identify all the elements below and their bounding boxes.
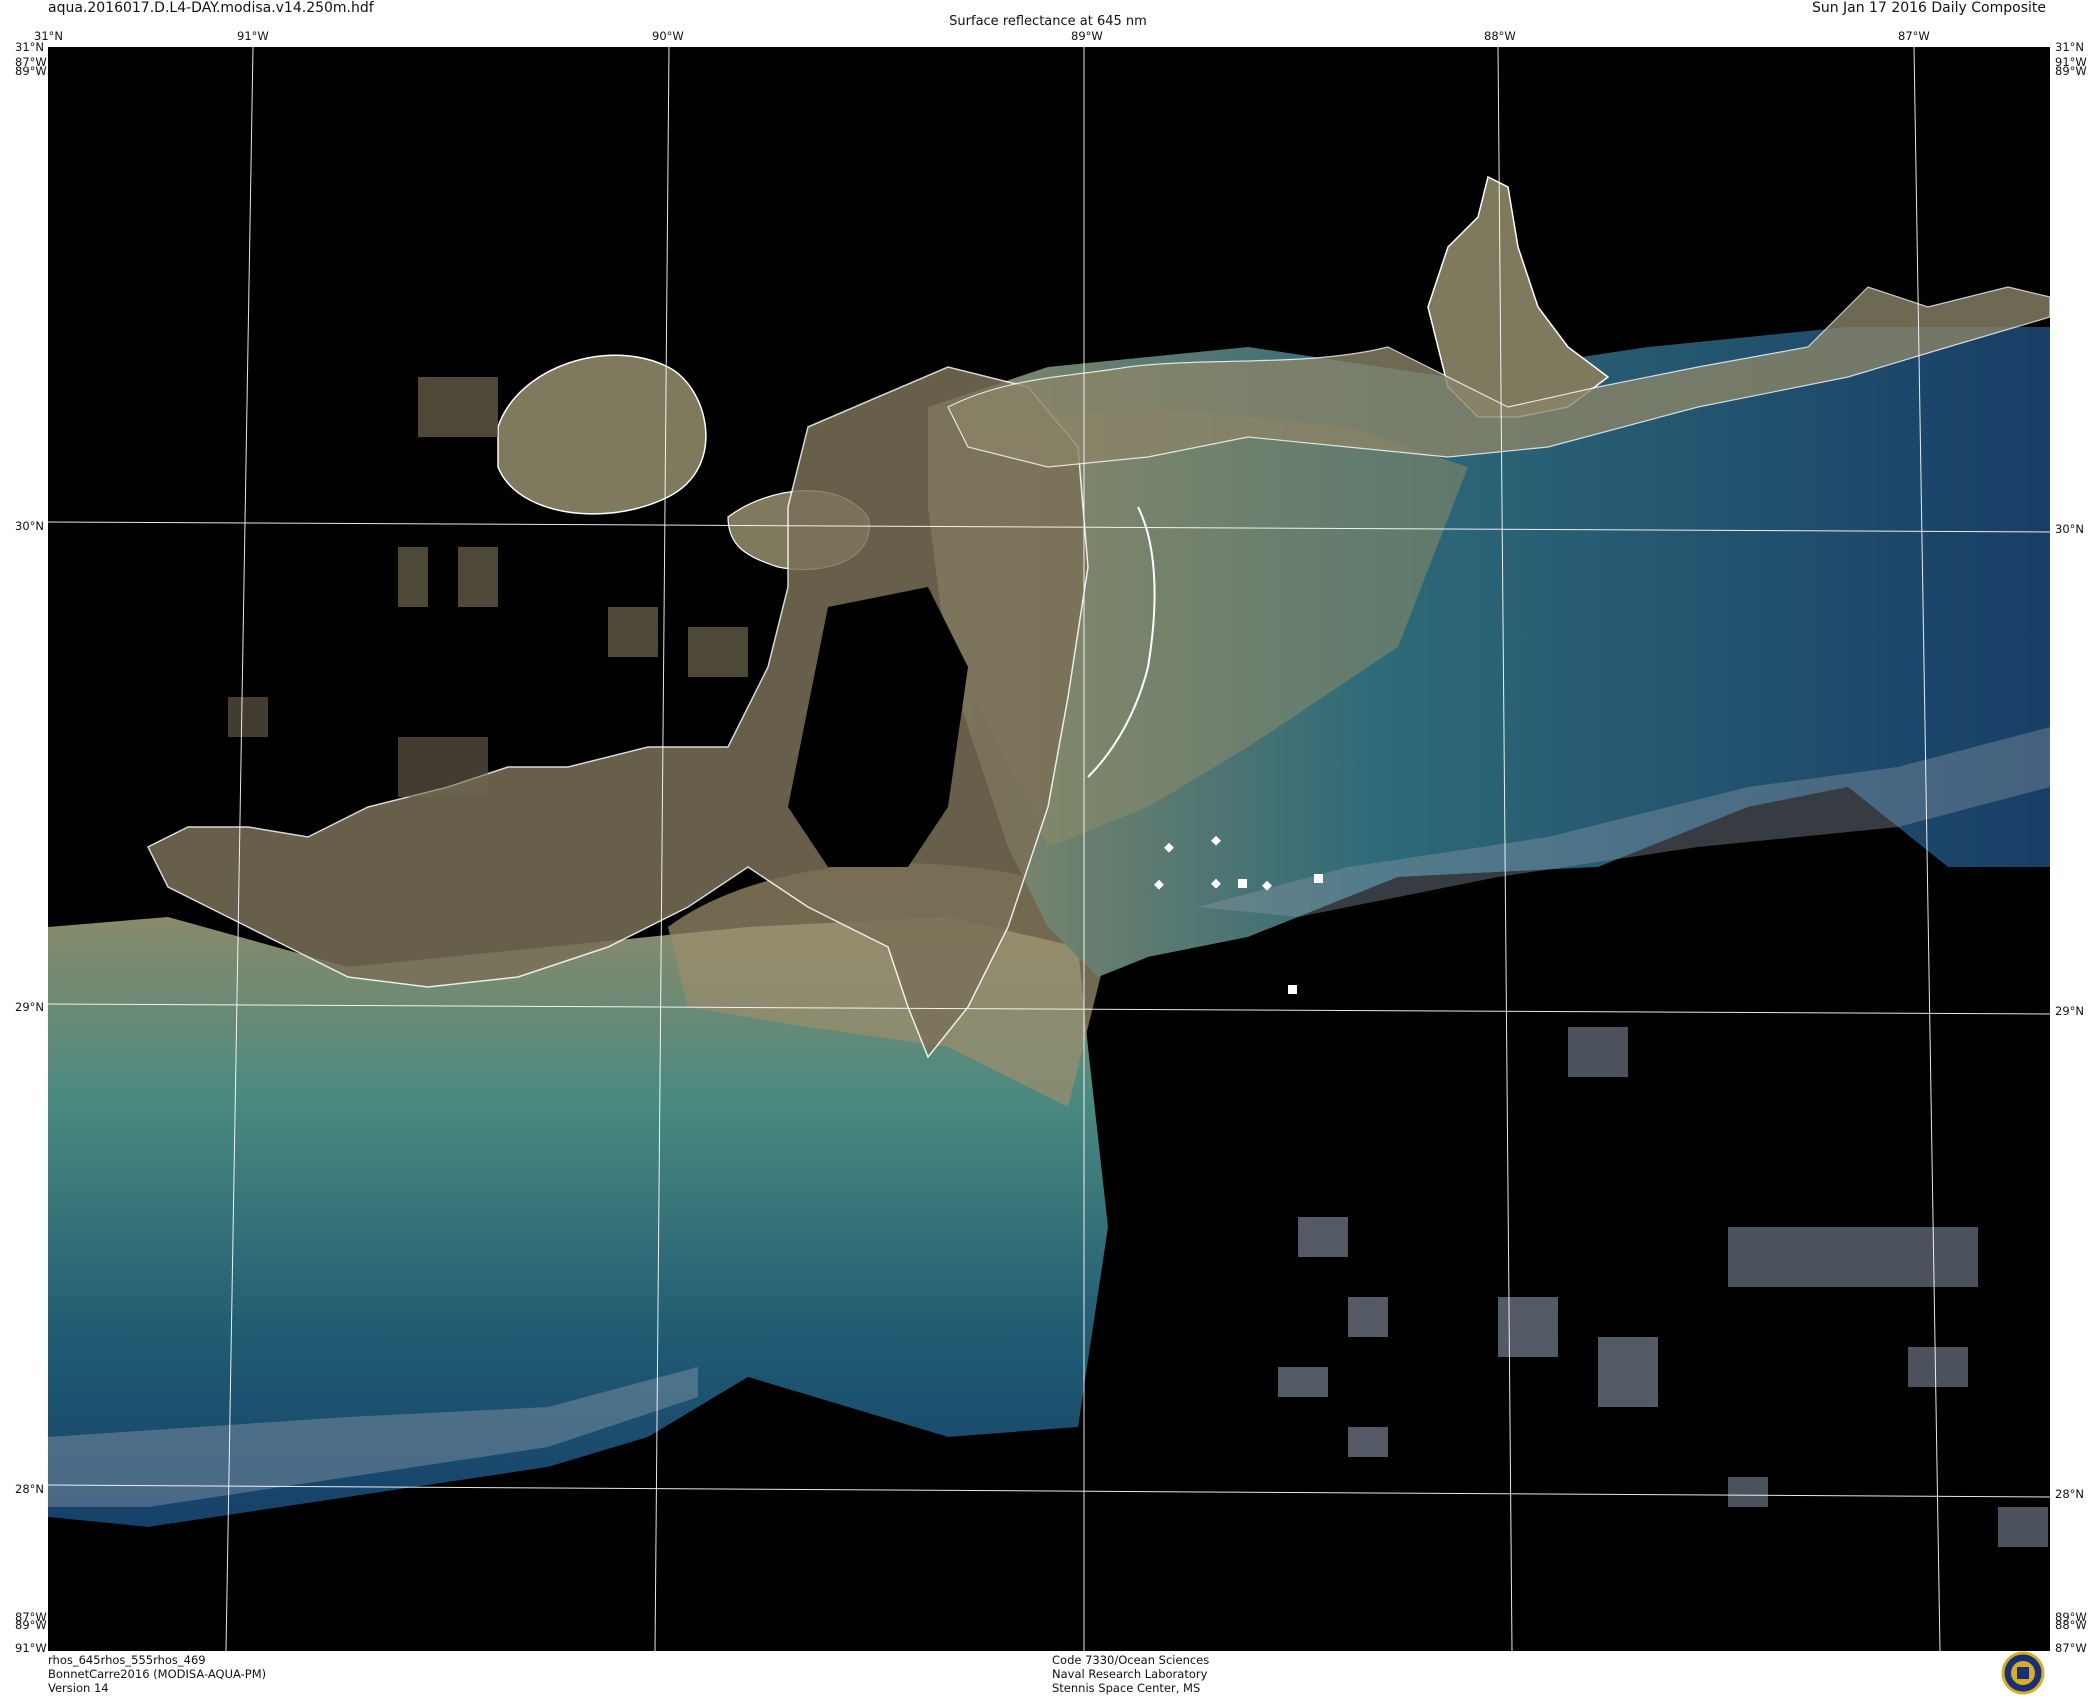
navy-seal-icon xyxy=(1998,1651,2048,1695)
corner-top-left-lon: 89°W xyxy=(15,64,47,78)
cloud-patch xyxy=(1298,1217,1348,1257)
cloud-patch xyxy=(1278,1367,1328,1397)
lon-label-top-1: 91°W xyxy=(237,29,269,43)
cloud-patch xyxy=(1728,1477,1768,1507)
composite-date-label: Sun Jan 17 2016 Daily Composite xyxy=(1811,0,2046,16)
map-canvas xyxy=(48,47,2050,1651)
lake-pontchartrain xyxy=(497,354,707,515)
corner-bottom-right-overlap: 88°W xyxy=(2055,1618,2087,1632)
footer-org-code: Code 7330/Ocean Sciences xyxy=(1052,1653,1210,1667)
cloud-patch xyxy=(1908,1347,1968,1387)
marsh-patch xyxy=(228,697,268,737)
lon-label-top-4: 88°W xyxy=(1484,29,1516,43)
lon-label-top-5: 87°W xyxy=(1898,29,1930,43)
corner-top-right-lon: 89°W xyxy=(2055,64,2087,78)
cloud-patch xyxy=(1348,1297,1388,1337)
cloud-patch xyxy=(1348,1427,1388,1457)
lon-label-top-3: 89°W xyxy=(1071,29,1103,43)
marsh-patch xyxy=(398,547,428,607)
cloud-patch xyxy=(1598,1337,1658,1407)
cloud-patch xyxy=(1568,1027,1628,1077)
marsh-patch xyxy=(458,547,498,607)
satellite-map[interactable] xyxy=(48,47,2050,1651)
footer-bands: rhos_645rhos_555rhos_469 xyxy=(48,1653,206,1667)
marsh-patch xyxy=(398,737,488,797)
product-title: Surface reflectance at 645 nm xyxy=(949,14,1147,29)
marsh-patch xyxy=(608,607,658,657)
lat-label-left-4: 28°N xyxy=(15,1482,44,1496)
marsh-patch xyxy=(688,627,748,677)
lat-label-right-2: 30°N xyxy=(2055,522,2084,536)
station-marker xyxy=(1288,985,1297,994)
cloud-patch xyxy=(1728,1227,1978,1287)
corner-top-right-lat: 31°N xyxy=(2055,40,2084,54)
station-marker xyxy=(1238,879,1247,888)
lat-label-right-3: 29°N xyxy=(2055,1004,2084,1018)
lat-label-right-4: 28°N xyxy=(2055,1487,2084,1501)
lat-label-left-3: 29°N xyxy=(15,1000,44,1014)
lat-label-left-1: 31°N xyxy=(15,40,44,54)
corner-bottom-left-lon: 91°W xyxy=(15,1641,47,1655)
station-marker xyxy=(1314,874,1323,883)
lat-label-left-2: 30°N xyxy=(15,519,44,533)
corner-bottom-left-overlap: 89°W xyxy=(15,1618,47,1632)
footer-org-location: Stennis Space Center, MS xyxy=(1052,1681,1201,1695)
marsh-patch xyxy=(418,377,498,437)
lon-label-top-2: 90°W xyxy=(652,29,684,43)
corner-bottom-right-lon: 87°W xyxy=(2055,1641,2087,1655)
footer-org-name: Naval Research Laboratory xyxy=(1052,1667,1208,1681)
cloud-patch xyxy=(1998,1507,2048,1547)
cloud-patch xyxy=(1498,1297,1558,1357)
footer-version: Version 14 xyxy=(48,1681,109,1695)
footer-project: BonnetCarre2016 (MODISA-AQUA-PM) xyxy=(48,1667,267,1681)
